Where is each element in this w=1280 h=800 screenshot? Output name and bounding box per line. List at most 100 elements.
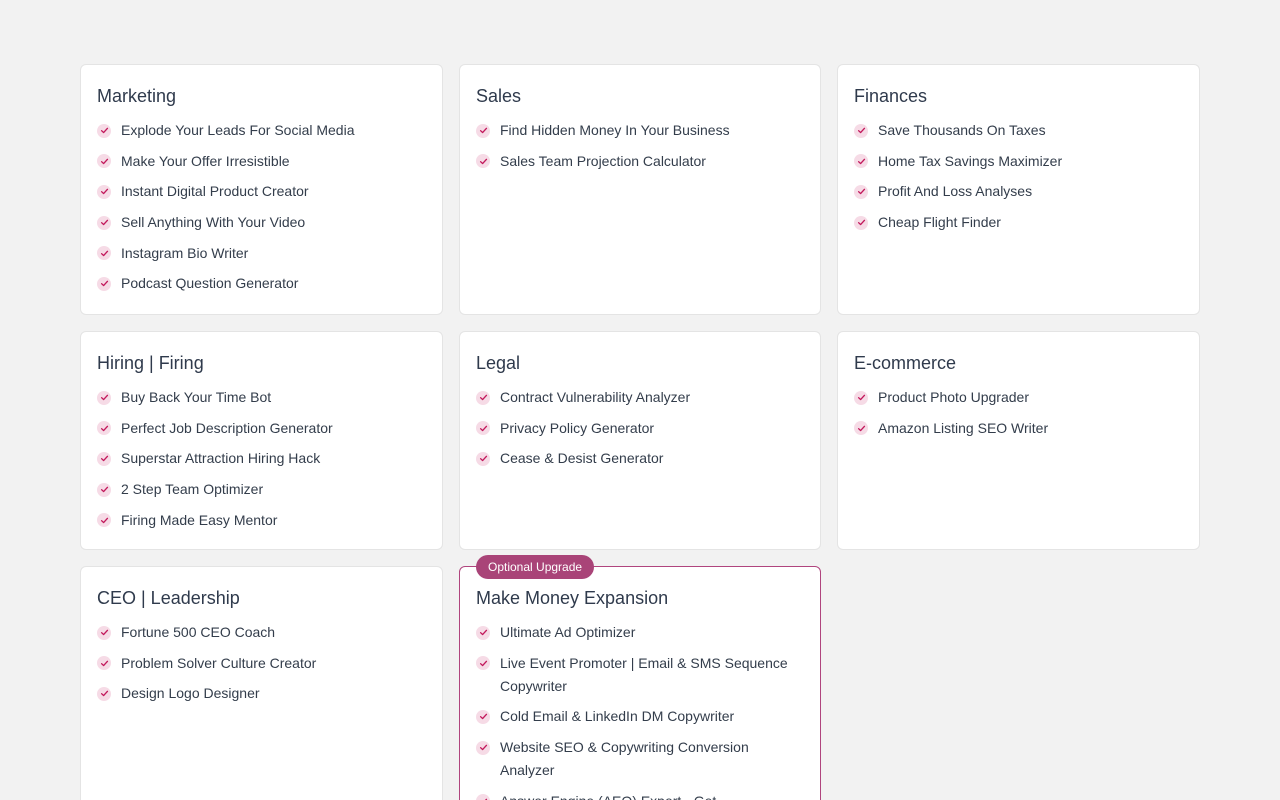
list-item[interactable]: Buy Back Your Time Bot <box>97 386 426 409</box>
list-item-label: Privacy Policy Generator <box>500 419 655 436</box>
list-item[interactable]: Explode Your Leads For Social Media <box>97 119 426 142</box>
tool-list: Explode Your Leads For Social Media Make… <box>97 119 426 295</box>
list-item-label: Sales Team Projection Calculator <box>500 152 706 169</box>
list-item[interactable]: Save Thousands On Taxes <box>854 119 1183 142</box>
list-item[interactable]: 2 Step Team Optimizer <box>97 478 426 501</box>
list-item[interactable]: Cheap Flight Finder <box>854 211 1183 234</box>
card-hiring-firing: Hiring | Firing Buy Back Your Time Bot P… <box>80 331 443 550</box>
list-item-label: Live Event Promoter | Email & SMS Sequen… <box>500 654 788 694</box>
list-item-label: Podcast Question Generator <box>121 275 299 292</box>
list-item[interactable]: Instagram Bio Writer <box>97 242 426 265</box>
tool-list: Find Hidden Money In Your Business Sales… <box>476 119 804 173</box>
check-icon <box>97 123 111 138</box>
list-item-label: Save Thousands On Taxes <box>878 122 1046 138</box>
list-item[interactable]: Amazon Listing SEO Writer <box>854 417 1183 440</box>
list-item[interactable]: Answer Engine (AEO) Expert - Get Recomme… <box>476 790 804 800</box>
list-item-label: Instant Digital Product Creator <box>121 183 309 200</box>
list-item-label: Profit And Loss Analyses <box>878 183 1033 200</box>
tool-list: Buy Back Your Time Bot Perfect Job Descr… <box>97 386 426 532</box>
check-icon <box>97 390 111 405</box>
list-item[interactable]: Home Tax Savings Maximizer <box>854 150 1183 173</box>
card-title: Make Money Expansion <box>476 588 669 608</box>
optional-upgrade-badge: Optional Upgrade <box>476 555 595 579</box>
list-item-label: Amazon Listing SEO Writer <box>878 419 1049 436</box>
check-icon <box>97 451 111 466</box>
list-item-label: Home Tax Savings Maximizer <box>878 152 1063 169</box>
list-item[interactable]: Perfect Job Description Generator <box>97 417 426 440</box>
check-icon <box>476 421 490 436</box>
card-e-commerce: E-commerce Product Photo Upgrader Amazon… <box>837 331 1200 550</box>
check-icon <box>476 123 490 138</box>
list-item[interactable]: Sell Anything With Your Video <box>97 211 426 234</box>
card-title: Legal <box>476 353 521 373</box>
list-item[interactable]: Profit And Loss Analyses <box>854 180 1183 203</box>
check-icon <box>97 513 111 528</box>
check-icon <box>854 421 868 436</box>
card-sales: Sales Find Hidden Money In Your Business… <box>459 64 821 315</box>
tool-list: Save Thousands On Taxes Home Tax Savings… <box>854 119 1183 234</box>
check-icon <box>97 154 111 169</box>
list-item[interactable]: Cease & Desist Generator <box>476 447 804 470</box>
list-item-label: Ultimate Ad Optimizer <box>500 624 636 640</box>
list-item[interactable]: Privacy Policy Generator <box>476 417 804 440</box>
card-ceo-leadership: CEO | Leadership Fortune 500 CEO Coach P… <box>80 566 443 800</box>
list-item[interactable]: Firing Made Easy Mentor <box>97 509 426 532</box>
check-icon <box>854 390 868 405</box>
check-icon <box>476 625 490 640</box>
list-item-label: Sell Anything With Your Video <box>121 214 306 231</box>
card-title: Sales <box>476 86 522 106</box>
list-item[interactable]: Contract Vulnerability Analyzer <box>476 386 804 409</box>
check-icon <box>97 246 111 261</box>
card-title: E-commerce <box>854 353 957 373</box>
check-icon <box>97 276 111 291</box>
check-icon <box>97 656 111 671</box>
tool-list: Contract Vulnerability Analyzer Privacy … <box>476 386 804 470</box>
list-item-label: Firing Made Easy Mentor <box>121 511 278 528</box>
check-icon <box>476 740 490 755</box>
check-icon <box>854 154 868 169</box>
check-icon <box>476 451 490 466</box>
tool-list: Fortune 500 CEO Coach Problem Solver Cul… <box>97 621 426 705</box>
check-icon <box>854 184 868 199</box>
check-icon <box>476 154 490 169</box>
list-item-label: Cease & Desist Generator <box>500 450 664 467</box>
list-item[interactable]: Problem Solver Culture Creator <box>97 652 426 675</box>
list-item[interactable]: Fortune 500 CEO Coach <box>97 621 426 644</box>
list-item[interactable]: Podcast Question Generator <box>97 272 426 295</box>
check-icon <box>97 421 111 436</box>
check-icon <box>97 686 111 701</box>
list-item[interactable]: Product Photo Upgrader <box>854 386 1183 409</box>
card-title: Marketing <box>97 86 177 106</box>
list-item[interactable]: Live Event Promoter | Email & SMS Sequen… <box>476 652 804 698</box>
check-icon <box>97 625 111 640</box>
list-item-label: Explode Your Leads For Social Media <box>121 122 355 138</box>
list-item[interactable]: Make Your Offer Irresistible <box>97 150 426 173</box>
list-item-label: Buy Back Your Time Bot <box>121 389 272 405</box>
list-item[interactable]: Instant Digital Product Creator <box>97 180 426 203</box>
card-title: Finances <box>854 86 928 106</box>
list-item[interactable]: Sales Team Projection Calculator <box>476 150 804 173</box>
card-finances: Finances Save Thousands On Taxes Home Ta… <box>837 64 1200 315</box>
list-item-label: Instagram Bio Writer <box>121 244 249 261</box>
list-item-label: Perfect Job Description Generator <box>121 419 333 436</box>
tool-list: Ultimate Ad Optimizer Live Event Promote… <box>476 621 804 800</box>
tool-list: Product Photo Upgrader Amazon Listing SE… <box>854 386 1183 440</box>
card-make-money-expansion: Optional Upgrade Make Money Expansion Ul… <box>459 555 821 800</box>
list-item[interactable]: Cold Email & LinkedIn DM Copywriter <box>476 705 804 728</box>
list-item[interactable]: Superstar Attraction Hiring Hack <box>97 447 426 470</box>
list-item[interactable]: Design Logo Designer <box>97 682 426 705</box>
card-title: Hiring | Firing <box>97 353 204 373</box>
check-icon <box>854 123 868 138</box>
card-marketing: Marketing Explode Your Leads For Social … <box>80 64 443 315</box>
check-icon <box>97 184 111 199</box>
list-item-label: Make Your Offer Irresistible <box>121 152 290 169</box>
list-item-label: 2 Step Team Optimizer <box>121 481 264 498</box>
list-item-label: Answer Engine (AEO) Expert - Get Recomme… <box>500 790 804 800</box>
list-item[interactable]: Website SEO & Copywriting Conversion Ana… <box>476 736 804 782</box>
list-item-label: Find Hidden Money In Your Business <box>500 122 730 138</box>
check-icon <box>476 390 490 405</box>
list-item[interactable]: Ultimate Ad Optimizer <box>476 621 804 644</box>
list-item[interactable]: Find Hidden Money In Your Business <box>476 119 804 142</box>
check-icon <box>854 215 868 230</box>
card-legal: Legal Contract Vulnerability Analyzer Pr… <box>459 331 821 550</box>
